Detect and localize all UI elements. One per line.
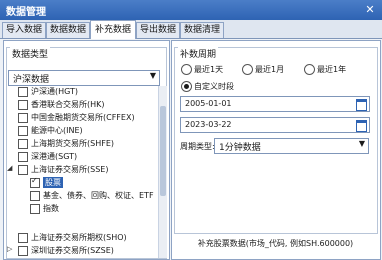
end-date-value: 2023-03-22: [185, 120, 232, 129]
market-tree: 沪深通(HGT) 香港联合交易所(HK) 中国金融期货交易所(CFFEX) 能源…: [6, 86, 158, 256]
period-type-label: 周期类型:: [180, 142, 215, 151]
tree-scrollbar[interactable]: [158, 86, 167, 258]
checkbox[interactable]: [18, 246, 28, 256]
title-bar: 数据管理 ✕: [0, 0, 382, 20]
data-type-value: 沪深数据: [13, 75, 50, 85]
tab-export[interactable]: 导出数据: [136, 22, 180, 38]
checkbox[interactable]: [18, 100, 28, 110]
chevron-down-icon: ▼: [149, 71, 156, 80]
radio-last-year[interactable]: [304, 64, 315, 75]
chevron-down-icon: ▼: [358, 139, 365, 148]
tab-cleanup[interactable]: 数据清理: [180, 22, 224, 38]
data-management-window: 数据管理 ✕ 导入数据 数据数据 补充数据 导出数据 数据清理 数据类型 沪深数…: [0, 0, 382, 260]
checkbox[interactable]: [18, 152, 28, 162]
checkbox[interactable]: [18, 113, 28, 123]
collapse-icon[interactable]: ◢: [7, 164, 12, 172]
checkbox-checked[interactable]: [30, 176, 40, 188]
supplement-period-title: 补数周期: [178, 47, 219, 60]
data-type-title: 数据类型: [10, 47, 51, 60]
radio-label: 自定义时段: [194, 82, 234, 91]
start-date-value: 2005-01-01: [185, 99, 232, 108]
radio-label: 最近1年: [317, 65, 347, 74]
scrollbar-thumb[interactable]: [160, 106, 166, 196]
tab-supplement[interactable]: 补充数据: [90, 20, 136, 39]
calendar-icon[interactable]: [356, 99, 367, 111]
start-date-field[interactable]: 2005-01-01: [180, 96, 370, 112]
calendar-icon[interactable]: [356, 120, 367, 132]
close-icon[interactable]: ✕: [362, 2, 378, 17]
tab-data[interactable]: 数据数据: [46, 22, 90, 38]
data-type-dropdown[interactable]: 沪深数据 ▼: [8, 70, 160, 86]
radio-label: 最近1天: [194, 65, 224, 74]
expand-icon[interactable]: ▷: [7, 245, 12, 253]
window-title: 数据管理: [6, 7, 46, 18]
checkbox[interactable]: [18, 139, 28, 149]
radio-custom-period[interactable]: [181, 81, 192, 92]
supplement-stock-hint: 补充股票数据(市场_代码, 例如SH.600000): [197, 239, 354, 248]
checkbox[interactable]: [18, 165, 28, 175]
checkbox[interactable]: [18, 233, 28, 243]
period-type-value: 1分钟数据: [219, 143, 261, 153]
radio-last-month[interactable]: [242, 64, 253, 75]
checkbox[interactable]: [18, 126, 28, 136]
tab-bar: 导入数据 数据数据 补充数据 导出数据 数据清理: [0, 20, 382, 39]
radio-label: 最近1月: [255, 65, 285, 74]
checkbox[interactable]: [30, 191, 40, 201]
radio-last-day[interactable]: [181, 64, 192, 75]
checkbox[interactable]: [18, 87, 28, 97]
period-type-dropdown[interactable]: 1分钟数据 ▼: [214, 138, 369, 154]
checkbox[interactable]: [30, 204, 40, 214]
end-date-field[interactable]: 2023-03-22: [180, 117, 370, 133]
tab-import[interactable]: 导入数据: [2, 22, 46, 38]
